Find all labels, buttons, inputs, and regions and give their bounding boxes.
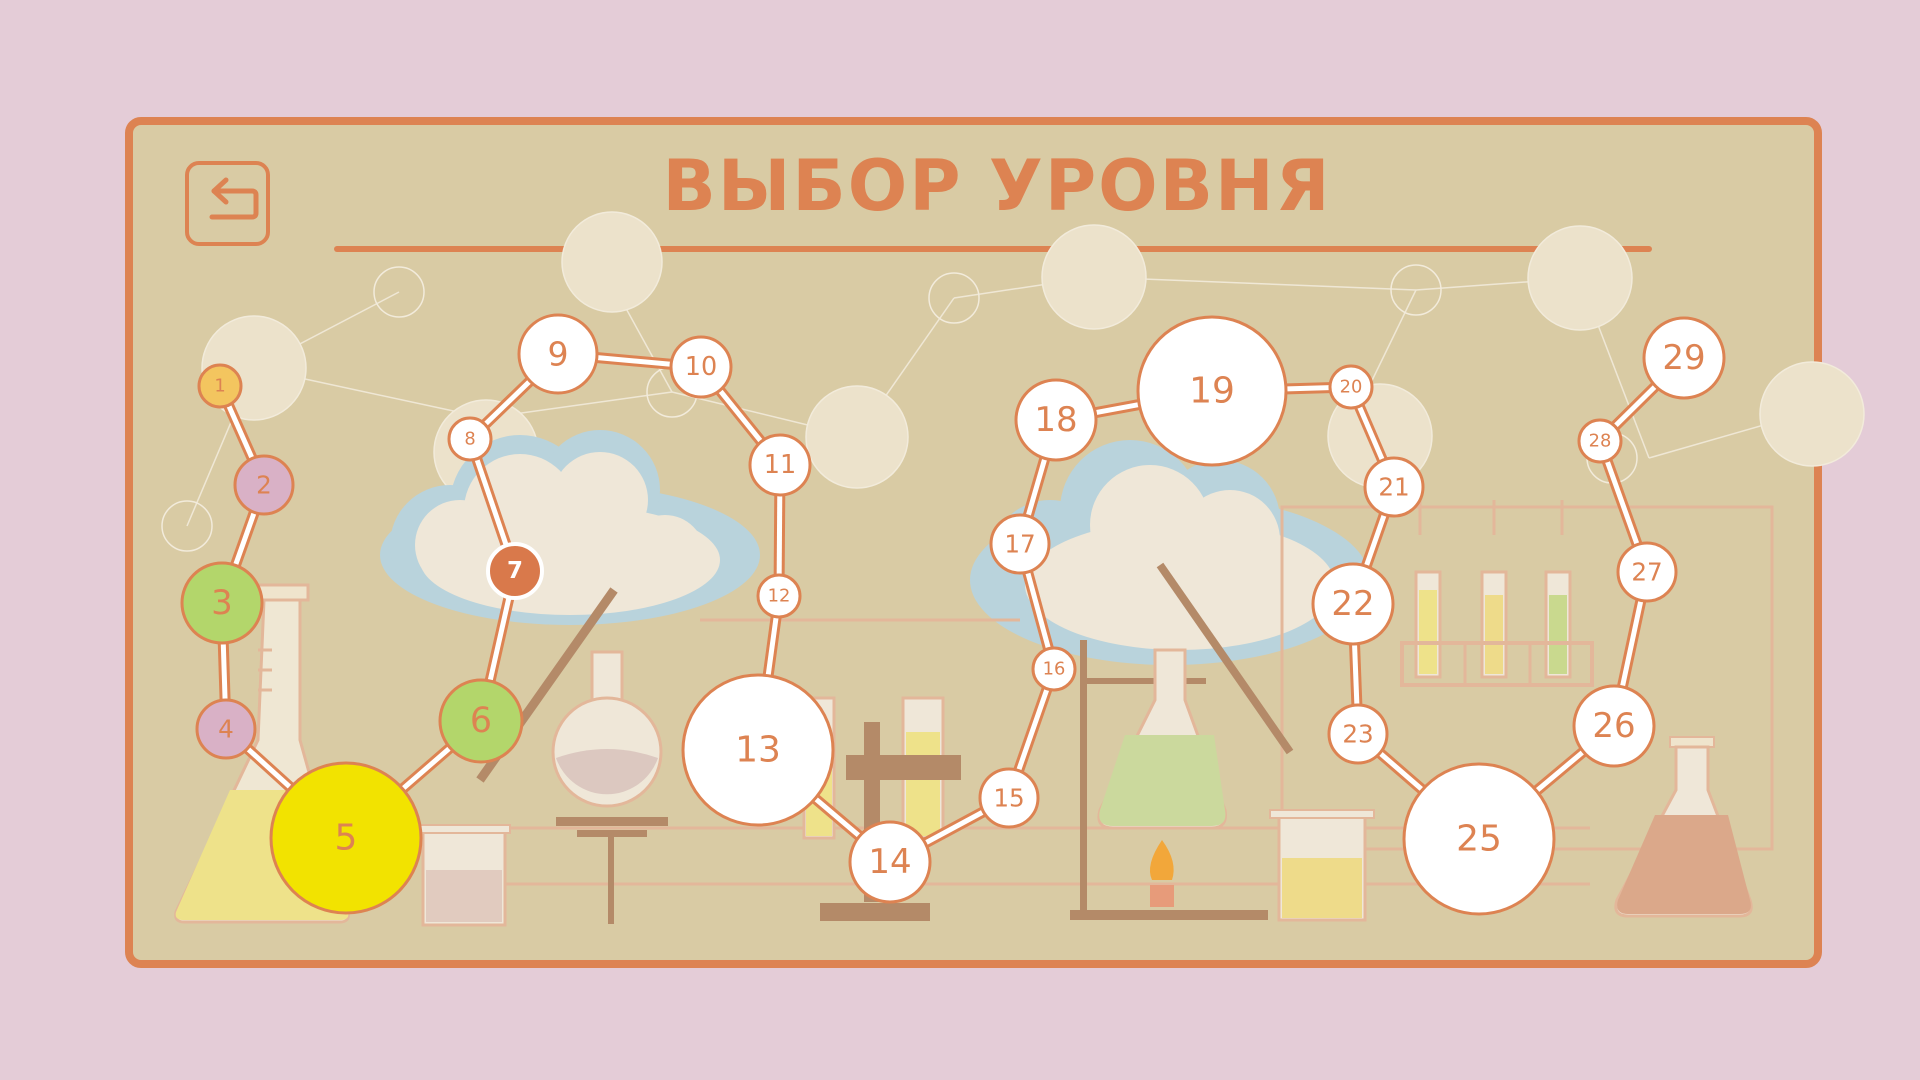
test-tube-rack xyxy=(1400,570,1594,687)
level-button-6[interactable]: 6 xyxy=(438,678,524,764)
level-button-29[interactable]: 29 xyxy=(1642,316,1726,400)
level-button-9[interactable]: 9 xyxy=(517,313,599,395)
level-circle xyxy=(438,678,524,764)
level-circle xyxy=(1572,684,1656,768)
page-title: ВЫБОР УРОВНЯ xyxy=(662,145,1331,227)
level-circle xyxy=(848,820,932,904)
level-circle xyxy=(486,542,544,600)
level-circle xyxy=(989,513,1051,575)
level-button-5[interactable]: 5 xyxy=(269,761,423,915)
level-circle xyxy=(669,335,733,399)
level-button-10[interactable]: 10 xyxy=(669,335,733,399)
level-circle xyxy=(269,761,423,915)
level-button-17[interactable]: 17 xyxy=(989,513,1051,575)
level-button-15[interactable]: 15 xyxy=(978,767,1040,829)
level-button-25[interactable]: 25 xyxy=(1402,762,1556,916)
title-underline xyxy=(334,246,1652,252)
level-button-19[interactable]: 19 xyxy=(1136,315,1288,467)
level-circle xyxy=(681,673,835,827)
level-circle xyxy=(756,573,802,619)
level-button-22[interactable]: 22 xyxy=(1311,562,1395,646)
level-button-1[interactable]: 1 xyxy=(197,363,243,409)
beaker-small-left xyxy=(417,824,511,927)
level-button-14[interactable]: 14 xyxy=(848,820,932,904)
level-button-26[interactable]: 26 xyxy=(1572,684,1656,768)
level-circle xyxy=(1616,541,1678,603)
level-circle xyxy=(1577,418,1623,464)
level-circle xyxy=(195,698,257,760)
level-button-8[interactable]: 8 xyxy=(447,416,493,462)
level-circle xyxy=(1136,315,1288,467)
level-circle xyxy=(1402,762,1556,916)
level-circle xyxy=(1328,364,1374,410)
level-circle xyxy=(517,313,599,395)
level-circle xyxy=(1014,378,1098,462)
level-button-23[interactable]: 23 xyxy=(1327,703,1389,765)
level-button-21[interactable]: 21 xyxy=(1363,456,1425,518)
level-circle xyxy=(748,433,812,497)
level-button-11[interactable]: 11 xyxy=(748,433,812,497)
level-button-13[interactable]: 13 xyxy=(681,673,835,827)
level-button-20[interactable]: 20 xyxy=(1328,364,1374,410)
level-button-16[interactable]: 16 xyxy=(1031,646,1077,692)
level-circle xyxy=(1031,646,1077,692)
level-circle xyxy=(447,416,493,462)
beaker-right xyxy=(1269,809,1375,922)
level-button-3[interactable]: 3 xyxy=(180,561,264,645)
level-button-28[interactable]: 28 xyxy=(1577,418,1623,464)
level-button-7[interactable]: 7 xyxy=(486,542,544,600)
level-circle xyxy=(1327,703,1389,765)
level-circle xyxy=(180,561,264,645)
level-circle xyxy=(1642,316,1726,400)
level-circle xyxy=(1363,456,1425,518)
level-circle xyxy=(233,454,295,516)
level-button-18[interactable]: 18 xyxy=(1014,378,1098,462)
level-button-4[interactable]: 4 xyxy=(195,698,257,760)
level-button-2[interactable]: 2 xyxy=(233,454,295,516)
level-button-27[interactable]: 27 xyxy=(1616,541,1678,603)
level-circle xyxy=(197,363,243,409)
level-circle xyxy=(1311,562,1395,646)
level-button-12[interactable]: 12 xyxy=(756,573,802,619)
level-circle xyxy=(978,767,1040,829)
